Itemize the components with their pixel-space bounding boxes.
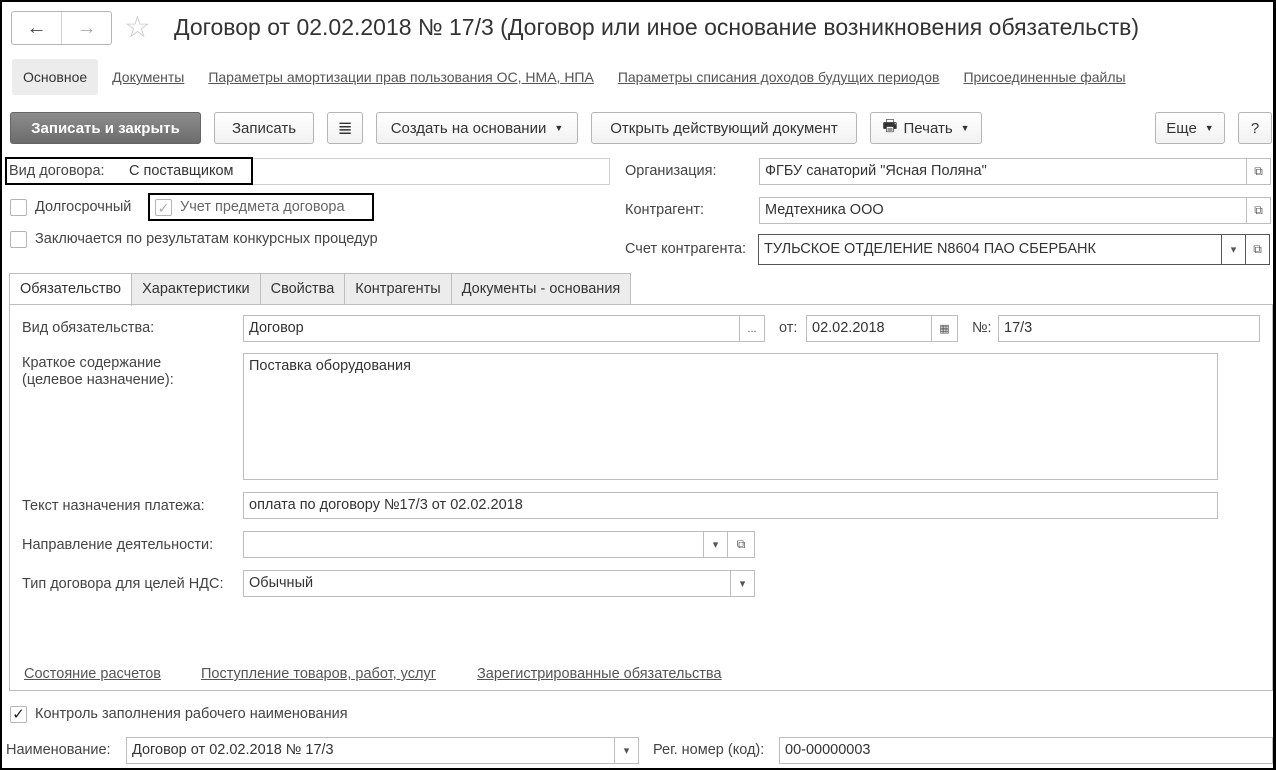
- top-tabs: Основное Документы Параметры амортизации…: [12, 58, 1126, 96]
- dropdown-caret-icon: ▼: [554, 123, 564, 133]
- reg-number-field[interactable]: 00-00000003: [779, 737, 1273, 764]
- subject-checkbox[interactable]: ✓: [155, 199, 172, 216]
- number-field[interactable]: 17/3: [998, 315, 1260, 342]
- vat-type-dropdown-icon[interactable]: ▾: [731, 570, 755, 597]
- account-dropdown-icon[interactable]: ▾: [1222, 234, 1246, 265]
- inner-tabs: Обязательство Характеристики Свойства Ко…: [9, 273, 632, 306]
- date-field[interactable]: 02.02.2018: [806, 315, 932, 342]
- account-field[interactable]: ТУЛЬСКОЕ ОТДЕЛЕНИЕ N8604 ПАО СБЕРБАНК: [758, 234, 1222, 265]
- tab-attached-files[interactable]: Присоединенные файлы: [963, 69, 1125, 85]
- tender-checkbox[interactable]: [10, 231, 27, 248]
- create-based-on-button[interactable]: Создать на основании ▼: [376, 112, 578, 144]
- list-icon[interactable]: ≣: [327, 112, 363, 144]
- date-from-label: от:: [779, 320, 798, 336]
- vat-type-field[interactable]: Обычный: [243, 570, 731, 597]
- long-term-label: Долгосрочный: [35, 199, 132, 215]
- goods-receipt-link[interactable]: Поступление товаров, работ, услуг: [201, 666, 436, 682]
- summary-label-line2: (целевое назначение):: [22, 372, 174, 388]
- long-term-checkbox[interactable]: [10, 199, 27, 216]
- counterparty-label: Контрагент:: [625, 202, 704, 218]
- tab-documents[interactable]: Документы: [112, 69, 184, 85]
- contract-type-label: Вид договора:: [9, 163, 105, 179]
- subject-label: Учет предмета договора: [180, 199, 345, 215]
- settlements-status-link[interactable]: Состояние расчетов: [24, 666, 161, 682]
- summary-textarea[interactable]: Поставка оборудования: [243, 353, 1218, 480]
- dropdown-caret-icon: ▼: [960, 123, 970, 133]
- dropdown-caret-icon: ▼: [1204, 123, 1214, 133]
- payment-text-label: Текст назначения платежа:: [22, 498, 205, 514]
- control-checkbox[interactable]: ✓: [10, 706, 27, 723]
- open-counterparty-icon[interactable]: ⧉: [1247, 197, 1271, 224]
- direction-dropdown-icon[interactable]: ▾: [704, 531, 728, 558]
- tab-amortization[interactable]: Параметры амортизации прав пользования О…: [208, 69, 594, 85]
- tender-label: Заключается по результатам конкурсных пр…: [35, 231, 378, 247]
- obligation-type-label: Вид обязательства:: [22, 320, 155, 336]
- star-icon[interactable]: ☆: [124, 13, 151, 43]
- nav-buttons: ← →: [11, 11, 112, 45]
- more-label: Еще: [1166, 119, 1197, 137]
- name-label: Наименование:: [6, 742, 111, 758]
- name-dropdown-icon[interactable]: ▾: [615, 737, 639, 764]
- tab-properties[interactable]: Свойства: [259, 273, 346, 305]
- organization-label: Организация:: [625, 163, 717, 179]
- contract-type-value[interactable]: С поставщиком: [129, 163, 233, 179]
- tab-base-documents[interactable]: Документы - основания: [450, 273, 632, 305]
- open-account-icon[interactable]: ⧉: [1246, 234, 1270, 265]
- print-button[interactable]: 🖶 Печать ▼: [870, 112, 982, 144]
- more-button[interactable]: Еще ▼: [1155, 112, 1225, 144]
- vat-type-label: Тип договора для целей НДС:: [22, 576, 224, 592]
- tab-deferred-income[interactable]: Параметры списания доходов будущих перио…: [618, 69, 940, 85]
- open-organization-icon[interactable]: ⧉: [1247, 158, 1271, 185]
- printer-icon: 🖶: [882, 117, 898, 135]
- direction-field[interactable]: [243, 531, 704, 558]
- reg-number-label: Рег. номер (код):: [653, 742, 765, 758]
- create-based-on-label: Создать на основании: [390, 119, 547, 137]
- number-label: №:: [972, 320, 992, 336]
- payment-text-field[interactable]: оплата по договору №17/3 от 02.02.2018: [243, 492, 1218, 519]
- help-button[interactable]: ?: [1238, 112, 1272, 144]
- registered-obligations-link[interactable]: Зарегистрированные обязательства: [477, 666, 722, 682]
- organization-field[interactable]: ФГБУ санаторий "Ясная Поляна": [759, 158, 1247, 185]
- calendar-icon[interactable]: ▦: [932, 315, 958, 342]
- save-and-close-button[interactable]: Записать и закрыть: [10, 112, 201, 144]
- tab-main[interactable]: Основное: [12, 59, 99, 95]
- direction-label: Направление деятельности:: [22, 537, 214, 553]
- print-label: Печать: [903, 119, 953, 137]
- obligation-type-field[interactable]: Договор: [243, 315, 740, 342]
- tab-counterparties[interactable]: Контрагенты: [344, 273, 452, 305]
- account-label: Счет контрагента:: [625, 241, 747, 257]
- back-arrow-icon[interactable]: ←: [12, 12, 61, 44]
- counterparty-field[interactable]: Медтехника ООО: [759, 197, 1247, 224]
- tab-obligation[interactable]: Обязательство: [9, 273, 133, 306]
- save-button[interactable]: Записать: [214, 112, 314, 144]
- tab-characteristics[interactable]: Характеристики: [131, 273, 261, 305]
- window-title: Договор от 02.02.2018 № 17/3 (Договор ил…: [174, 14, 1140, 40]
- control-label: Контроль заполнения рабочего наименовани…: [35, 706, 348, 722]
- summary-label-line1: Краткое содержание: [22, 355, 162, 371]
- open-direction-icon[interactable]: ⧉: [728, 531, 755, 558]
- forward-arrow-icon[interactable]: →: [61, 12, 111, 44]
- open-current-document-button[interactable]: Открыть действующий документ: [591, 112, 857, 144]
- name-field[interactable]: Договор от 02.02.2018 № 17/3: [126, 737, 615, 764]
- obligation-type-select-button[interactable]: ...: [740, 315, 765, 342]
